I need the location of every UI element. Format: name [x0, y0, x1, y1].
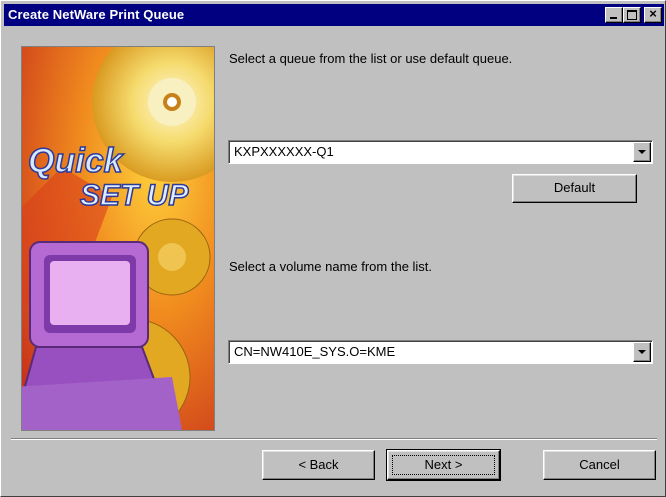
queue-dropdown-button[interactable]	[633, 142, 651, 162]
quick-setup-banner: Quick SET UP	[21, 46, 215, 431]
banner-artwork: Quick SET UP	[22, 47, 214, 430]
volume-selected-value: CN=NW410E_SYS.O=KME	[234, 344, 396, 359]
minimize-icon	[610, 17, 617, 19]
volume-prompt: Select a volume name from the list.	[229, 259, 433, 274]
banner-setup-text: SET UP	[80, 179, 189, 212]
queue-selected-value: KXPXXXXXX-Q1	[234, 144, 334, 159]
maximize-icon	[627, 10, 637, 20]
close-icon: ×	[649, 6, 657, 21]
window-title: Create NetWare Print Queue	[8, 7, 185, 22]
volume-combobox[interactable]: CN=NW410E_SYS.O=KME	[228, 340, 653, 364]
cancel-button-label: Cancel	[579, 457, 620, 472]
back-button-label: < Back	[298, 457, 339, 472]
volume-dropdown-button[interactable]	[633, 342, 651, 362]
next-button-label: Next >	[424, 457, 463, 472]
back-button[interactable]: < Back	[262, 450, 375, 480]
minimize-button[interactable]	[605, 7, 623, 23]
banner-quick-text: Quick	[28, 142, 125, 180]
close-button[interactable]: ×	[644, 6, 662, 23]
next-button[interactable]: Next >	[386, 449, 501, 481]
wizard-window: Create NetWare Print Queue × Quick SET U…	[0, 0, 666, 497]
chevron-down-icon	[638, 350, 646, 354]
title-bar[interactable]: Create NetWare Print Queue ×	[4, 4, 664, 26]
queue-prompt: Select a queue from the list or use defa…	[229, 51, 513, 66]
default-button-label: Default	[553, 180, 596, 195]
queue-combobox[interactable]: KXPXXXXXX-Q1	[228, 140, 653, 164]
default-queue-button[interactable]: Default	[512, 174, 637, 203]
maximize-button[interactable]	[623, 7, 641, 23]
chevron-down-icon	[638, 150, 646, 154]
cancel-button[interactable]: Cancel	[543, 450, 656, 480]
footer-divider	[11, 438, 657, 440]
